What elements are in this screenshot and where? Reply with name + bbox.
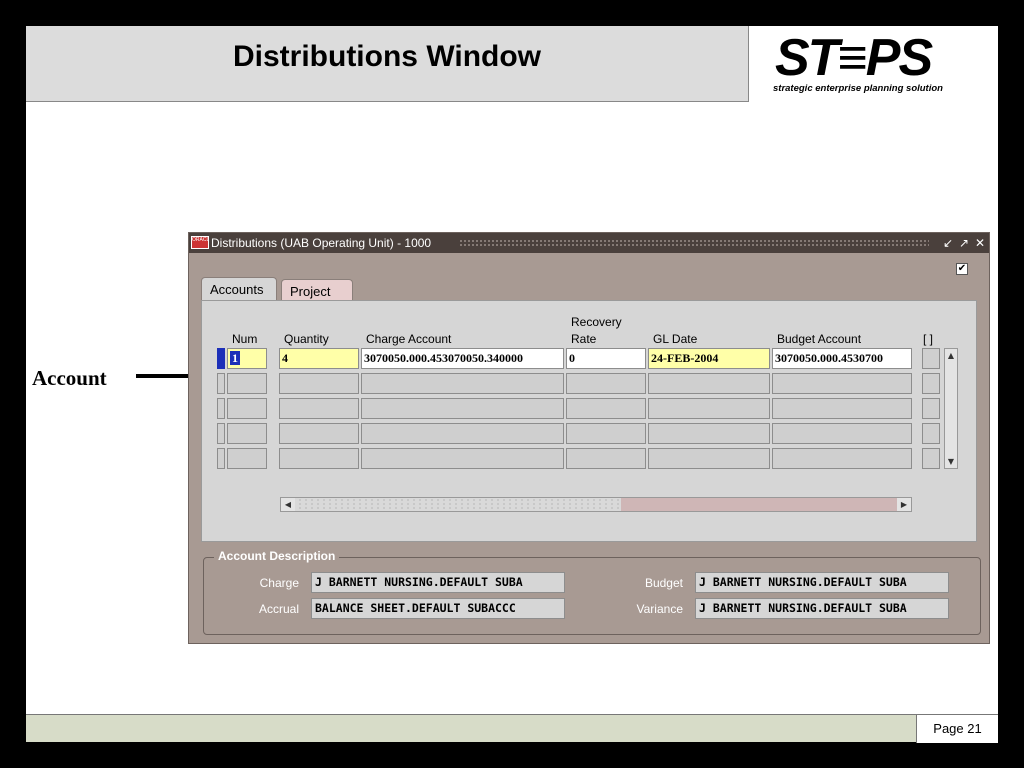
charge-account-field-2[interactable] [361,373,564,394]
num-field-1[interactable]: 1 [227,348,267,369]
col-header-num: Num [232,332,258,346]
page-number: Page 21 [916,715,998,743]
col-header-recovery-rate-line1: Recovery [571,315,622,329]
distributions-window: ORACLE Distributions (UAB Operating Unit… [188,232,990,644]
gl-date-field-1[interactable]: 24-FEB-2004 [648,348,770,369]
recovery-rate-field-3[interactable] [566,398,646,419]
slide: Distributions Window ST≡PS strategic ent… [26,26,998,743]
col-header-charge-account: Charge Account [366,332,452,346]
quantity-field-1[interactable]: 4 [279,348,359,369]
tab-project[interactable]: Project [281,279,353,301]
flexfield-2[interactable] [922,373,940,394]
flexfield-3[interactable] [922,398,940,419]
account-description-title: Account Description [214,549,340,563]
row-selector-3[interactable] [217,398,225,419]
col-header-budget-account: Budget Account [777,332,862,346]
oracle-app-icon: ORACLE [191,236,209,249]
recovery-rate-field-4[interactable] [566,423,646,444]
charge-account-field-4[interactable] [361,423,564,444]
window-title: Distributions (UAB Operating Unit) - 100… [211,236,432,250]
flexfield-1[interactable] [922,348,940,369]
titlebar-pattern [459,239,929,247]
budget-account-field-2[interactable] [772,373,912,394]
charge-description-field[interactable]: J BARNETT NURSING.DEFAULT SUBA [311,572,565,593]
accrual-label: Accrual [258,602,299,616]
scroll-up-icon[interactable]: ▲ [945,349,957,362]
horizontal-scroll-thumb[interactable] [295,498,621,511]
row-selector-4[interactable] [217,423,225,444]
vertical-scrollbar[interactable]: ▲ ▼ [944,348,958,469]
scroll-left-icon[interactable]: ◀ [281,498,295,511]
quantity-field-2[interactable] [279,373,359,394]
recovery-rate-field-5[interactable] [566,448,646,469]
row-selector-2[interactable] [217,373,225,394]
flexfield-5[interactable] [922,448,940,469]
budget-account-field-3[interactable] [772,398,912,419]
flexfield-4[interactable] [922,423,940,444]
budget-account-field-5[interactable] [772,448,912,469]
gl-date-field-4[interactable] [648,423,770,444]
num-field-3[interactable] [227,398,267,419]
slide-header: Distributions Window ST≡PS strategic ent… [26,26,998,102]
slide-title: Distributions Window [232,40,542,73]
window-titlebar[interactable]: ORACLE Distributions (UAB Operating Unit… [189,233,989,253]
charge-account-field-5[interactable] [361,448,564,469]
window-top-strip [188,224,990,232]
budget-account-field-1[interactable]: 3070050.000.4530700 [772,348,912,369]
scroll-down-icon[interactable]: ▼ [945,455,957,468]
col-header-gl-date: GL Date [653,332,698,346]
tab-accounts[interactable]: Accounts [201,277,277,301]
budget-description-field[interactable]: J BARNETT NURSING.DEFAULT SUBA [695,572,949,593]
accounts-tab-panel: Num Quantity Charge Account Recovery Rat… [201,300,977,542]
minimize-icon[interactable]: ↙ [941,233,955,253]
scroll-right-icon[interactable]: ▶ [897,498,911,511]
gl-date-field-2[interactable] [648,373,770,394]
variance-label: Variance [636,602,683,616]
quantity-field-4[interactable] [279,423,359,444]
charge-label: Charge [259,576,299,590]
charge-account-field-1[interactable]: 3070050.000.453070050.340000 [361,348,564,369]
quantity-field-3[interactable] [279,398,359,419]
num-field-2[interactable] [227,373,267,394]
variance-description-field[interactable]: J BARNETT NURSING.DEFAULT SUBA [695,598,949,619]
gl-date-field-3[interactable] [648,398,770,419]
num-field-5[interactable] [227,448,267,469]
slide-footer: Page 21 [26,714,998,743]
row-selector-1[interactable] [217,348,225,369]
col-header-flexfield: [ ] [923,332,934,346]
accrual-description-field[interactable]: BALANCE SHEET.DEFAULT SUBACCC [311,598,565,619]
steps-logo: ST≡PS strategic enterprise planning solu… [748,26,998,102]
close-icon[interactable]: ✕ [973,233,987,253]
logo-tagline: strategic enterprise planning solution [773,83,943,94]
budget-label: Budget [644,576,683,590]
charge-account-field-3[interactable] [361,398,564,419]
col-header-quantity: Quantity [284,332,329,346]
header-checkbox[interactable]: ✔ [956,263,968,275]
callout-label: Account [32,366,107,390]
col-header-recovery-rate-line2: Rate [571,332,597,346]
gl-date-field-5[interactable] [648,448,770,469]
budget-account-field-4[interactable] [772,423,912,444]
logo-wordmark: ST≡PS [775,29,933,87]
account-description-group: Account Description Charge J BARNETT NUR… [203,549,981,635]
quantity-field-5[interactable] [279,448,359,469]
maximize-icon[interactable]: ↗ [957,233,971,253]
recovery-rate-field-2[interactable] [566,373,646,394]
recovery-rate-field-1[interactable]: 0 [566,348,646,369]
row-selector-5[interactable] [217,448,225,469]
num-field-4[interactable] [227,423,267,444]
horizontal-scrollbar[interactable]: ◀ ▶ [280,497,912,512]
